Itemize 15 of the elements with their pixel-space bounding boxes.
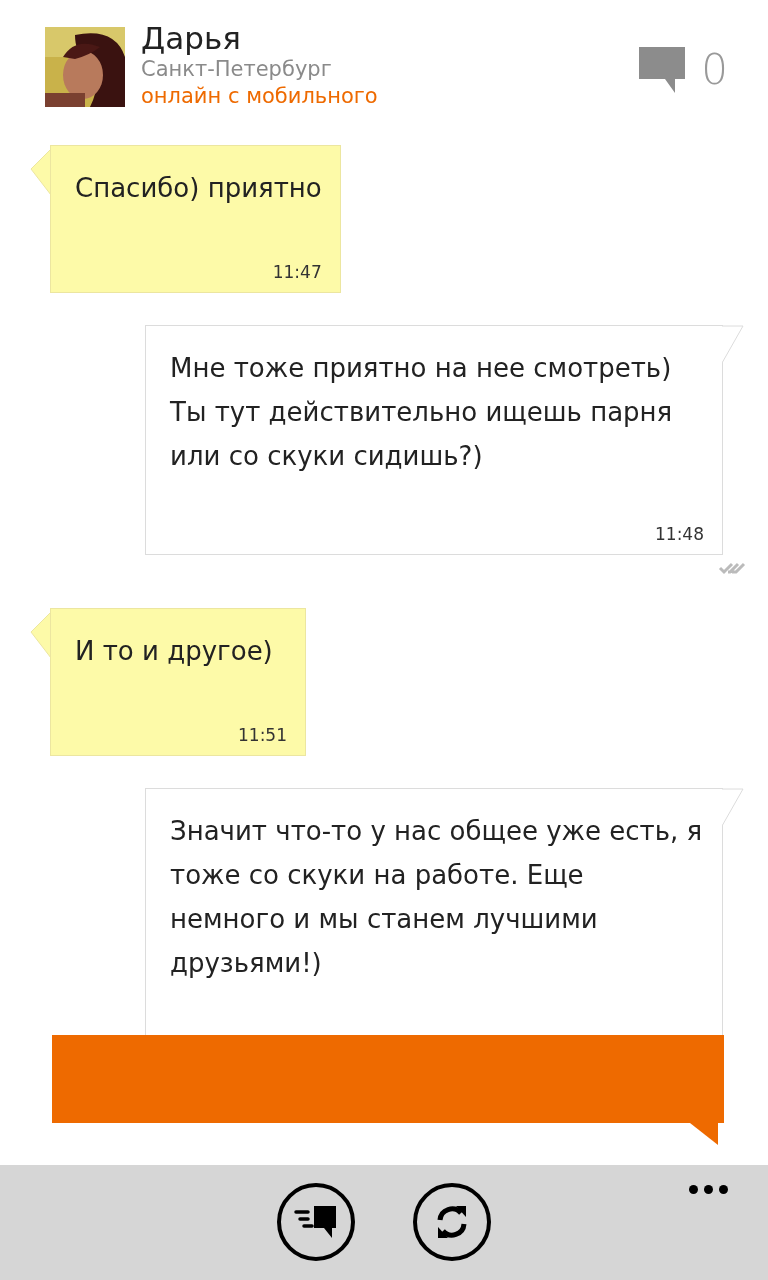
message-text: Спасибо) приятно (75, 172, 322, 205)
send-button[interactable] (277, 1183, 355, 1261)
bubble-tail-icon (690, 1123, 720, 1145)
message-time: 11:47 (272, 262, 322, 282)
message-text: И то и другое) (75, 635, 274, 668)
contact-name: Дарья (141, 21, 242, 55)
message-text: Мне тоже приятно на нее смотреть) Ты тут действительно ищешь парня или со скуки сидишь?) (170, 352, 674, 473)
contact-city: Санкт-Петербург (141, 56, 333, 83)
refresh-button[interactable] (413, 1183, 491, 1261)
comment-count: 0 (701, 45, 728, 94)
message-time: 11:48 (655, 524, 704, 544)
message-text: Значит что-то у нас общее уже есть, я тоже со скуки на работе. Еще немного и мы станем лучшими друзьями!) (170, 815, 704, 980)
message-time: 11:51 (238, 725, 287, 745)
online-status: онлайн с мобильного (141, 83, 379, 109)
comment-icon (639, 46, 686, 93)
